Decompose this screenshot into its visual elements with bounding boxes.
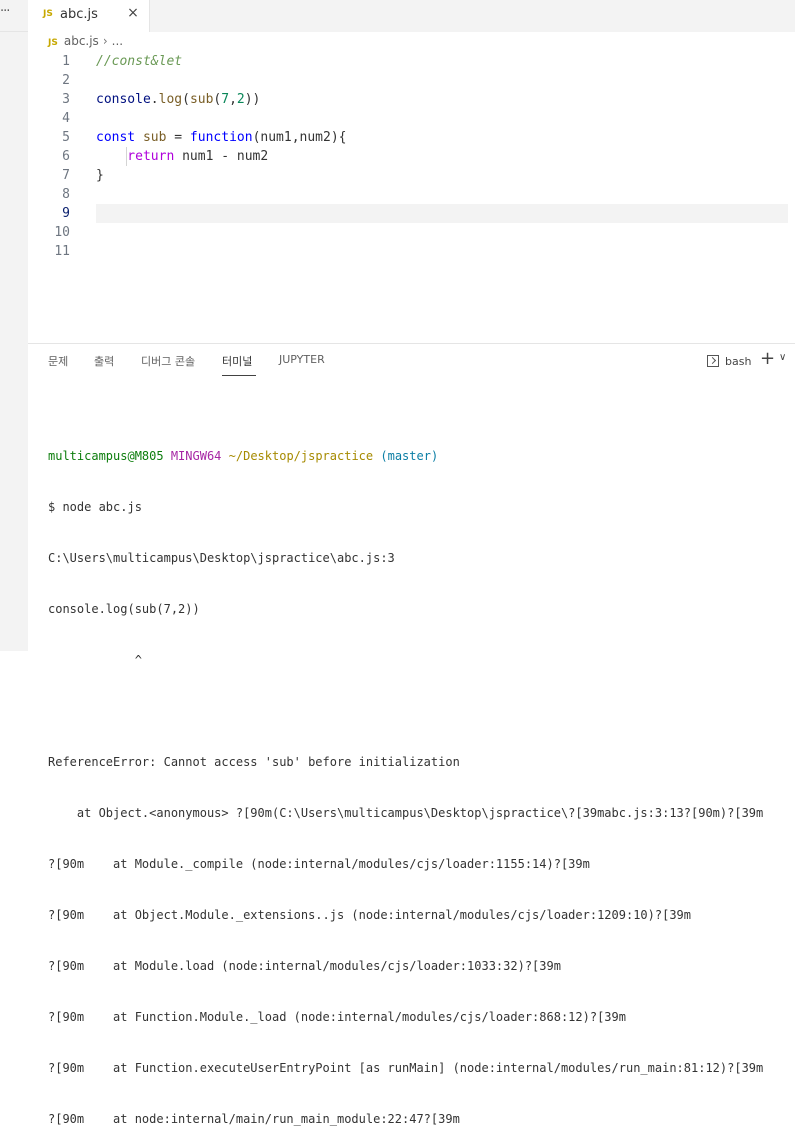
line-number: 3 bbox=[62, 92, 70, 107]
terminal-line: at Object.<anonymous> ?[90m(C:\Users\mul… bbox=[48, 806, 764, 820]
terminal-selector[interactable]: bash bbox=[707, 352, 751, 370]
terminal-line: ?[90m at Function.Module._load (node:int… bbox=[48, 1010, 626, 1024]
tab-debug-console[interactable]: 디버그 콘솔 bbox=[141, 353, 195, 369]
code-line: 5 const sub = function(num1,num2){ bbox=[28, 128, 795, 147]
ellipsis-icon[interactable]: ··· bbox=[0, 4, 10, 19]
tab-label: abc.js bbox=[60, 7, 98, 22]
line-number: 8 bbox=[62, 187, 70, 202]
line-number: 2 bbox=[62, 73, 70, 88]
terminal-line: ?[90m at Module._compile (node:internal/… bbox=[48, 857, 590, 871]
prompt-branch: (master) bbox=[380, 449, 439, 463]
terminal-line: ^ bbox=[48, 653, 142, 667]
prompt-path: ~/Desktop/jspractice bbox=[228, 449, 374, 463]
breadcrumb: JS abc.js ›... bbox=[48, 34, 123, 54]
terminal-name: bash bbox=[725, 354, 752, 368]
code-line: 9 bbox=[28, 204, 795, 223]
prompt-env: MINGW64 bbox=[170, 449, 222, 463]
terminal-line: ?[90m at Object.Module._extensions..js (… bbox=[48, 908, 691, 922]
line-number: 6 bbox=[62, 149, 70, 164]
code-line: 4 bbox=[28, 109, 795, 128]
line-number: 9 bbox=[62, 206, 70, 221]
line-number: 4 bbox=[62, 111, 70, 126]
tab-abc-js[interactable]: JS abc.js × bbox=[28, 0, 150, 32]
terminal-line: C:\Users\multicampus\Desktop\jspractice\… bbox=[48, 551, 395, 565]
terminal-line: ?[90m at node:internal/main/run_main_mod… bbox=[48, 1112, 460, 1126]
breadcrumb-file[interactable]: abc.js bbox=[64, 34, 99, 48]
tab-jupyter[interactable]: JUPYTER bbox=[279, 353, 325, 366]
code-line: 3 console.log(sub(7,2)) bbox=[28, 90, 795, 109]
tab-terminal[interactable]: 터미널 bbox=[222, 353, 252, 369]
terminal-line: ReferenceError: Cannot access 'sub' befo… bbox=[48, 755, 460, 769]
code-line: 7 } bbox=[28, 166, 795, 185]
code-line: 2 bbox=[28, 71, 795, 90]
code-line: 8 bbox=[28, 185, 795, 204]
code-line: 6 return num1 - num2 bbox=[28, 147, 795, 166]
terminal-prompt: multicampus@M805 MINGW64 ~/Desktop/jspra… bbox=[48, 448, 793, 465]
code-text: const sub = function(num1,num2){ bbox=[96, 130, 347, 145]
code-line: 10 bbox=[28, 223, 795, 242]
code-text: console.log(sub(7,2)) bbox=[96, 92, 261, 107]
chevron-down-icon[interactable]: ∨ bbox=[779, 352, 786, 363]
prompt-user: multicampus@M805 bbox=[48, 449, 164, 463]
code-line: 11 bbox=[28, 242, 795, 261]
code-line: 1 //const&let bbox=[28, 52, 795, 71]
terminal-line: ?[90m at Module.load (node:internal/modu… bbox=[48, 959, 561, 973]
js-file-icon: JS bbox=[43, 9, 53, 19]
code-text: } bbox=[96, 168, 104, 183]
tab-output[interactable]: 출력 bbox=[94, 353, 114, 369]
terminal-icon bbox=[707, 355, 719, 367]
line-number: 10 bbox=[54, 225, 70, 240]
tab-problems[interactable]: 문제 bbox=[48, 353, 68, 369]
line-number: 11 bbox=[54, 244, 70, 259]
js-file-icon: JS bbox=[48, 38, 58, 48]
breadcrumb-more[interactable]: ... bbox=[112, 34, 123, 48]
code-text: return num1 - num2 bbox=[96, 149, 269, 164]
chevron-right-icon: › bbox=[102, 34, 108, 48]
line-number: 7 bbox=[62, 168, 70, 183]
editor-tab-bar: JS abc.js × bbox=[28, 0, 795, 32]
terminal-line: ?[90m at Function.executeUserEntryPoint … bbox=[48, 1061, 764, 1075]
line-number: 5 bbox=[62, 130, 70, 145]
terminal-line: console.log(sub(7,2)) bbox=[48, 602, 200, 616]
activity-strip bbox=[0, 0, 28, 651]
add-terminal-button[interactable]: + bbox=[760, 350, 775, 368]
sidebar-header: ··· bbox=[0, 0, 28, 32]
active-tab-indicator bbox=[222, 375, 256, 376]
close-icon[interactable]: × bbox=[125, 5, 141, 21]
line-number: 1 bbox=[62, 54, 70, 69]
code-editor[interactable]: 1 //const&let 2 3 console.log(sub(7,2)) … bbox=[28, 52, 795, 342]
terminal-output[interactable]: multicampus@M805 MINGW64 ~/Desktop/jspra… bbox=[48, 414, 793, 1145]
panel-tab-bar: 문제 출력 디버그 콘솔 터미널 JUPYTER bash + ∨ bbox=[28, 344, 795, 379]
terminal-line: $ node abc.js bbox=[48, 500, 142, 514]
code-text: //const&let bbox=[96, 54, 183, 69]
